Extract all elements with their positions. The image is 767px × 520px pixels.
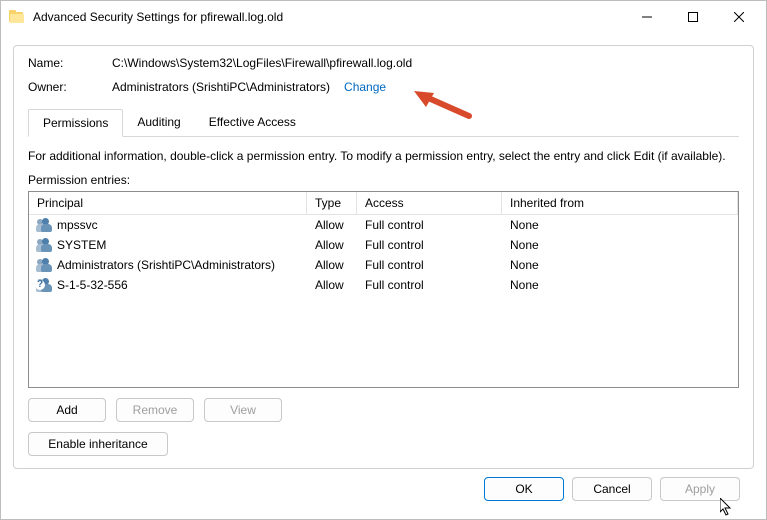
folder-icon [9, 10, 25, 24]
cell-type: Allow [307, 276, 357, 294]
main-panel: Name: C:\Windows\System32\LogFiles\Firew… [13, 45, 754, 469]
col-principal[interactable]: Principal [29, 192, 307, 214]
tab-effective-access[interactable]: Effective Access [195, 109, 310, 137]
table-row[interactable]: ? S-1-5-32-556 AllowFull controlNone [29, 275, 738, 295]
cell-access: Full control [357, 276, 502, 294]
cell-access: Full control [357, 216, 502, 234]
enable-inheritance-button[interactable]: Enable inheritance [28, 432, 168, 456]
cell-principal: Administrators (SrishtiPC\Administrators… [29, 256, 307, 274]
entry-buttons: Add Remove View [28, 398, 739, 422]
principal-text: Administrators (SrishtiPC\Administrators… [57, 258, 275, 272]
window-controls [624, 2, 762, 32]
group-icon [37, 218, 53, 232]
close-button[interactable] [716, 2, 762, 32]
col-access[interactable]: Access [357, 192, 502, 214]
view-button[interactable]: View [204, 398, 282, 422]
unknown-principal-icon: ? [37, 278, 53, 292]
titlebar: Advanced Security Settings for pfirewall… [1, 1, 766, 33]
group-icon [37, 238, 53, 252]
inheritance-row: Enable inheritance [28, 432, 739, 456]
col-type[interactable]: Type [307, 192, 357, 214]
cell-access: Full control [357, 256, 502, 274]
cell-inherited: None [502, 256, 738, 274]
table-row[interactable]: Administrators (SrishtiPC\Administrators… [29, 255, 738, 275]
window-title: Advanced Security Settings for pfirewall… [33, 10, 283, 24]
table-row[interactable]: SYSTEM AllowFull controlNone [29, 235, 738, 255]
change-owner-link[interactable]: Change [344, 80, 386, 94]
cancel-button[interactable]: Cancel [572, 477, 652, 501]
owner-label: Owner: [28, 80, 112, 94]
principal-text: SYSTEM [57, 238, 106, 252]
info-text: For additional information, double-click… [28, 149, 739, 163]
cell-type: Allow [307, 236, 357, 254]
name-label: Name: [28, 56, 112, 70]
tab-permissions[interactable]: Permissions [28, 109, 123, 137]
tab-strip: Permissions Auditing Effective Access [28, 108, 739, 137]
cell-type: Allow [307, 256, 357, 274]
maximize-button[interactable] [670, 2, 716, 32]
content-area: Name: C:\Windows\System32\LogFiles\Firew… [1, 33, 766, 519]
cell-principal: SYSTEM [29, 236, 307, 254]
remove-button[interactable]: Remove [116, 398, 194, 422]
permission-entries-label: Permission entries: [28, 173, 739, 187]
principal-text: S-1-5-32-556 [57, 278, 128, 292]
name-value: C:\Windows\System32\LogFiles\Firewall\pf… [112, 56, 412, 70]
cell-inherited: None [502, 216, 738, 234]
cell-type: Allow [307, 216, 357, 234]
table-body: mpssvcAllowFull controlNoneSYSTEMAllowFu… [29, 215, 738, 295]
minimize-button[interactable] [624, 2, 670, 32]
table-row[interactable]: mpssvc AllowFull controlNone [29, 215, 738, 235]
permission-table: Principal Type Access Inherited from mps… [28, 191, 739, 388]
owner-value: Administrators (SrishtiPC\Administrators… [112, 80, 330, 94]
group-icon [37, 258, 53, 272]
ok-button[interactable]: OK [484, 477, 564, 501]
dialog-footer: OK Cancel Apply [13, 469, 754, 511]
cell-principal: mpssvc [29, 216, 307, 234]
apply-button[interactable]: Apply [660, 477, 740, 501]
cell-principal: ? S-1-5-32-556 [29, 276, 307, 294]
cell-inherited: None [502, 236, 738, 254]
name-row: Name: C:\Windows\System32\LogFiles\Firew… [28, 56, 739, 70]
owner-row: Owner: Administrators (SrishtiPC\Adminis… [28, 80, 739, 94]
add-button[interactable]: Add [28, 398, 106, 422]
col-inherited[interactable]: Inherited from [502, 192, 738, 214]
security-settings-window: Advanced Security Settings for pfirewall… [0, 0, 767, 520]
tab-auditing[interactable]: Auditing [123, 109, 194, 137]
cell-access: Full control [357, 236, 502, 254]
cell-inherited: None [502, 276, 738, 294]
table-header: Principal Type Access Inherited from [29, 192, 738, 215]
principal-text: mpssvc [57, 218, 98, 232]
